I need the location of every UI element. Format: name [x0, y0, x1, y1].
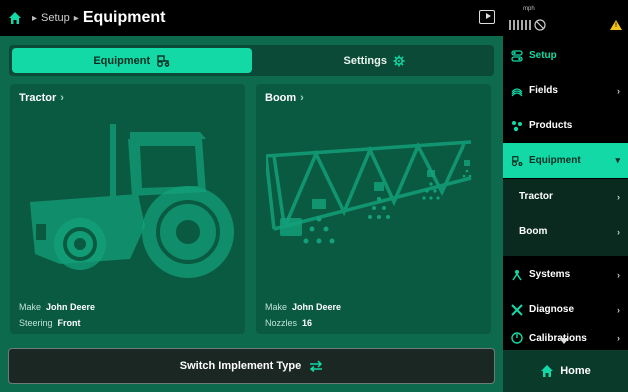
collapse-panel-icon[interactable] — [479, 10, 495, 24]
home-button-label: Home — [560, 365, 591, 377]
tractor-card-title[interactable]: Tractor › — [19, 92, 64, 104]
fields-icon — [511, 87, 523, 96]
sidebar-item-label: Calibrations — [529, 332, 587, 344]
scroll-down-icon[interactable] — [559, 338, 569, 344]
tractor-icon — [511, 155, 523, 166]
boom-nozzles-row: Nozzles 16 — [265, 318, 312, 328]
main-panel: Equipment Settings Tractor › Make John D… — [0, 36, 503, 392]
make-label: Make — [265, 302, 288, 312]
products-icon — [512, 120, 522, 131]
tractor-title-text: Tractor — [19, 92, 57, 104]
sidebar-item-label: Fields — [529, 85, 558, 96]
signal-bars-icon — [509, 20, 531, 30]
chevron-right-icon: › — [300, 92, 304, 104]
tractor-make-row: Make John Deere — [19, 302, 95, 312]
sidebar: mph ! Setup Fields › Products Equipment … — [503, 0, 628, 392]
sidebar-item-label: Systems — [529, 269, 571, 280]
sidebar-item-products[interactable]: Products — [503, 108, 628, 143]
chevron-right-icon: › — [617, 333, 620, 343]
boom-card[interactable]: Boom › Make John Deere Nozzles 16 — [256, 84, 491, 334]
chevron-right-icon: › — [617, 191, 620, 202]
top-bar: ▸ Setup ▸ Equipment — [0, 0, 503, 36]
sidebar-item-setup[interactable]: Setup — [503, 38, 628, 73]
switch-implement-type-button[interactable]: Switch Implement Type — [8, 348, 495, 384]
tab-settings[interactable]: Settings — [255, 45, 495, 76]
sidebar-item-label: Tractor — [519, 191, 553, 202]
sidebar-subitem-tractor[interactable]: Tractor › — [503, 179, 628, 214]
tractor-illustration — [30, 124, 234, 278]
sidebar-item-systems[interactable]: Systems › — [503, 257, 628, 292]
make-value: John Deere — [46, 302, 96, 312]
home-button[interactable]: Home — [503, 350, 628, 392]
steering-value: Front — [57, 318, 81, 328]
warning-mark: ! — [615, 23, 617, 29]
chevron-down-icon: ▾ — [615, 155, 620, 165]
calibrations-icon — [511, 332, 523, 344]
boom-make-row: Make John Deere — [265, 302, 341, 312]
chevron-right-icon: › — [617, 304, 620, 315]
tab-equipment[interactable]: Equipment — [12, 48, 252, 73]
switch-button-label: Switch Implement Type — [179, 360, 302, 372]
tab-bar: Equipment Settings — [9, 45, 494, 76]
wrench-icon — [511, 303, 523, 316]
boom-title-text: Boom — [265, 92, 297, 104]
chevron-right-icon: › — [617, 269, 620, 280]
tractor-card[interactable]: Tractor › Make John Deere Steering Front — [10, 84, 245, 334]
sidebar-item-fields[interactable]: Fields › — [503, 73, 628, 108]
breadcrumb-separator-icon: ▸ — [73, 12, 79, 24]
status-bar: mph ! — [503, 0, 628, 38]
chevron-right-icon: › — [617, 85, 620, 96]
systems-icon — [512, 269, 522, 280]
sidebar-subitem-boom[interactable]: Boom › — [503, 214, 628, 249]
chevron-right-icon: › — [617, 226, 620, 237]
sidebar-item-label: Equipment — [529, 155, 581, 166]
sidebar-item-diagnose[interactable]: Diagnose › — [503, 292, 628, 327]
nozzles-label: Nozzles — [265, 318, 298, 328]
boom-illustration — [266, 140, 472, 244]
chevron-right-icon: › — [60, 92, 64, 104]
tab-settings-label: Settings — [343, 54, 387, 67]
make-value: John Deere — [292, 302, 342, 312]
tractor-icon — [157, 54, 170, 67]
sidebar-item-label: Boom — [519, 226, 548, 237]
sidebar-item-label: Diagnose — [529, 304, 575, 315]
swap-arrows-icon — [310, 360, 323, 372]
nozzles-value: 16 — [302, 318, 313, 328]
steering-label: Steering — [19, 318, 53, 328]
boom-card-title[interactable]: Boom › — [265, 92, 304, 104]
home-icon — [541, 365, 554, 377]
speed-unit: mph — [523, 6, 535, 12]
home-icon[interactable] — [8, 11, 22, 25]
sidebar-item-equipment[interactable]: Equipment ▾ — [503, 143, 628, 178]
sidebar-item-label: Setup — [529, 50, 557, 61]
tractor-steering-row: Steering Front — [19, 318, 81, 328]
gps-satellite-icon — [534, 19, 546, 31]
sidebar-item-label: Products — [529, 120, 573, 131]
setup-icon — [511, 49, 523, 62]
breadcrumb-separator-icon: ▸ — [32, 12, 38, 24]
tab-equipment-label: Equipment — [93, 54, 151, 67]
page-title: Equipment — [82, 9, 166, 26]
breadcrumb-setup[interactable]: Setup — [41, 12, 70, 24]
gear-icon — [393, 55, 405, 66]
make-label: Make — [19, 302, 42, 312]
